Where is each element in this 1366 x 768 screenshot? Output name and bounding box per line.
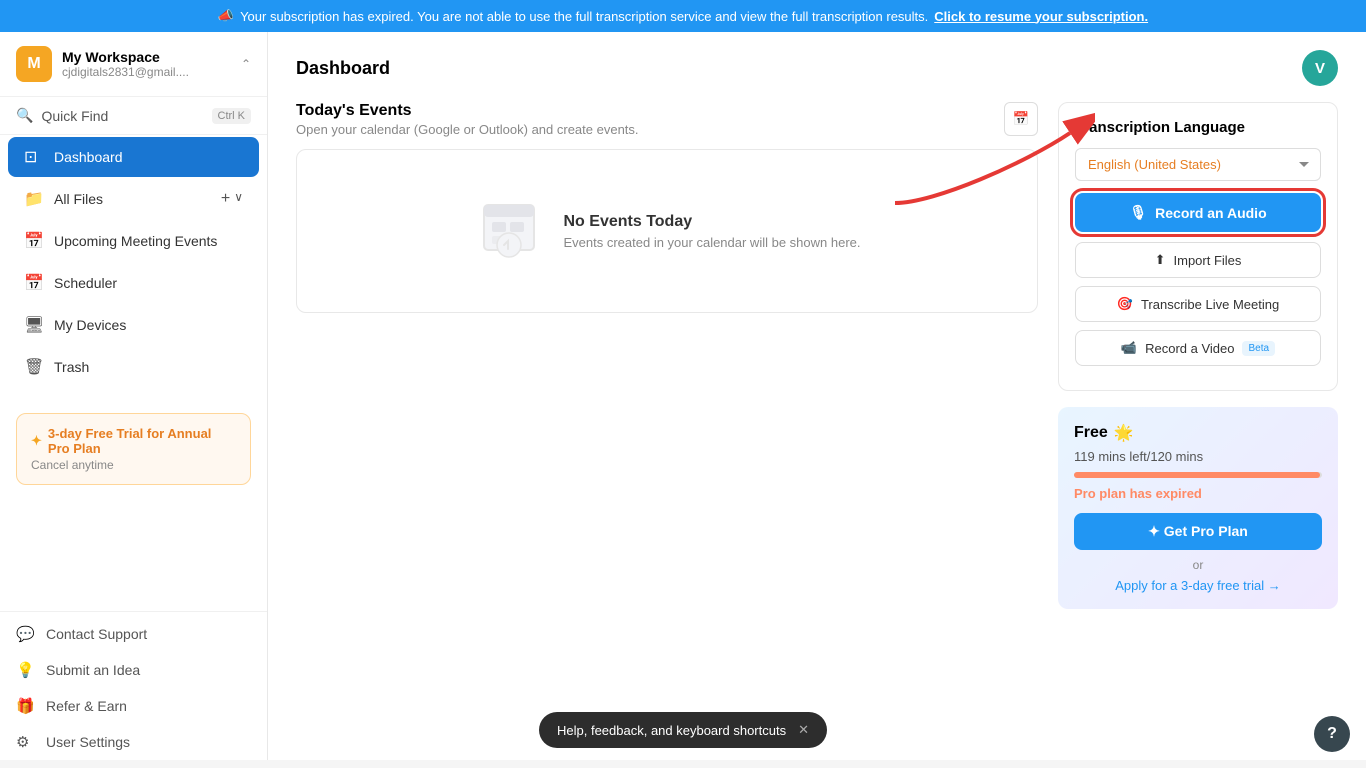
sidebar-item-my-devices[interactable]: 🖥 My Devices: [8, 305, 259, 345]
sidebar-item-label: Dashboard: [54, 149, 243, 165]
sidebar-item-upcoming-meetings[interactable]: 📅 Upcoming Meeting Events: [8, 221, 259, 261]
dashboard-icon: ⊡: [24, 147, 44, 167]
sidebar-item-scheduler[interactable]: 📅 Scheduler: [8, 263, 259, 303]
empty-state-icon: [474, 190, 544, 272]
sidebar-item-trash[interactable]: 🗑 Trash: [8, 347, 259, 387]
sidebar-item-label: User Settings: [46, 734, 130, 750]
quick-find-shortcut: Ctrl K: [212, 108, 252, 124]
star-icon: ✦: [31, 433, 42, 449]
sidebar-item-refer-earn[interactable]: 🎁 Refer & Earn: [0, 688, 267, 724]
trial-box: ✦ 3-day Free Trial for Annual Pro Plan C…: [16, 413, 251, 485]
no-events-text: No Events Today Events created in your c…: [564, 213, 861, 250]
idea-icon: 💡: [16, 661, 36, 679]
events-header: Today's Events Open your calendar (Googl…: [296, 102, 1038, 137]
notification-message: Your subscription has expired. You are n…: [240, 9, 928, 24]
transcribe-live-button[interactable]: 🎯 Transcribe Live Meeting: [1075, 286, 1321, 322]
file-actions: + ∨: [221, 190, 243, 208]
sidebar-item-label: All Files: [54, 191, 221, 207]
quick-find[interactable]: 🔍 Quick Find Ctrl K: [0, 97, 267, 135]
nav-menu: ⊡ Dashboard 📁 All Files + ∨ 📅 Upcoming M…: [0, 135, 267, 389]
help-close-icon[interactable]: ✕: [798, 722, 809, 738]
apply-trial-link[interactable]: Apply for a 3-day free trial →: [1074, 578, 1322, 593]
help-question-button[interactable]: ?: [1314, 716, 1350, 752]
progress-bar-background: [1074, 472, 1322, 478]
free-plan-title: Free 🌟: [1074, 423, 1322, 443]
workspace-info: My Workspace cjdigitals2831@gmail....: [62, 49, 241, 79]
sidebar-item-all-files[interactable]: 📁 All Files + ∨: [8, 179, 259, 219]
get-pro-button[interactable]: ✦ Get Pro Plan: [1074, 513, 1322, 550]
no-events-title: No Events Today: [564, 213, 861, 231]
support-icon: 💬: [16, 625, 36, 643]
expired-text: Pro plan has expired: [1074, 486, 1322, 501]
workspace-email: cjdigitals2831@gmail....: [62, 65, 241, 79]
sidebar: M My Workspace cjdigitals2831@gmail.... …: [0, 32, 268, 760]
page-title: Dashboard: [296, 58, 390, 79]
upload-icon: ⬆: [1155, 252, 1166, 268]
calendar-icon: 📅: [1013, 111, 1030, 127]
sidebar-bottom: 💬 Contact Support 💡 Submit an Idea 🎁 Ref…: [0, 611, 267, 760]
right-panel: Transcription Language English (United S…: [1058, 102, 1338, 744]
trial-title: ✦ 3-day Free Trial for Annual Pro Plan: [31, 426, 236, 456]
folder-icon: 📁: [24, 189, 44, 209]
workspace-header[interactable]: M My Workspace cjdigitals2831@gmail.... …: [0, 32, 267, 97]
language-select[interactable]: English (United States): [1075, 148, 1321, 181]
events-subtitle: Open your calendar (Google or Outlook) a…: [296, 122, 639, 137]
main-content: Dashboard V Today's Events Open your cal…: [268, 32, 1366, 760]
free-plan-mins: 119 mins left/120 mins: [1074, 449, 1322, 464]
sidebar-item-submit-idea[interactable]: 💡 Submit an Idea: [0, 652, 267, 688]
calendar-button[interactable]: 📅: [1004, 102, 1038, 136]
no-events-message: Events created in your calendar will be …: [564, 235, 861, 250]
add-file-icon[interactable]: +: [221, 190, 230, 208]
trial-cancel: Cancel anytime: [31, 458, 236, 472]
events-header-text: Today's Events Open your calendar (Googl…: [296, 102, 639, 137]
transcription-box: Transcription Language English (United S…: [1058, 102, 1338, 391]
sidebar-item-user-settings[interactable]: ⚙ User Settings: [0, 724, 267, 760]
plan-icon: 🌟: [1114, 423, 1134, 443]
no-events-box: No Events Today Events created in your c…: [296, 149, 1038, 313]
sidebar-item-dashboard[interactable]: ⊡ Dashboard: [8, 137, 259, 177]
beta-badge: Beta: [1242, 341, 1275, 356]
events-panel: Today's Events Open your calendar (Googl…: [296, 102, 1038, 744]
free-plan-box: Free 🌟 119 mins left/120 mins Pro plan h…: [1058, 407, 1338, 609]
chevron-down-icon[interactable]: ∨: [234, 190, 243, 208]
record-audio-button[interactable]: 🎙 Record an Audio: [1075, 193, 1321, 232]
devices-icon: 🖥: [24, 315, 44, 335]
sidebar-item-label: Submit an Idea: [46, 662, 140, 678]
live-meeting-icon: 🎯: [1117, 296, 1133, 312]
workspace-name: My Workspace: [62, 49, 241, 65]
notification-icon: 📣: [218, 8, 234, 24]
dashboard-header: Dashboard V: [268, 32, 1366, 86]
sidebar-item-contact-support[interactable]: 💬 Contact Support: [0, 616, 267, 652]
trash-icon: 🗑: [24, 357, 44, 377]
sidebar-item-label: Scheduler: [54, 275, 243, 291]
gift-icon: 🎁: [16, 697, 36, 715]
workspace-avatar: M: [16, 46, 52, 82]
workspace-chevron-icon: ⌃: [241, 57, 251, 71]
resume-subscription-link[interactable]: Click to resume your subscription.: [934, 9, 1148, 24]
help-bar: Help, feedback, and keyboard shortcuts ✕: [539, 712, 827, 748]
scheduler-icon: 📅: [24, 273, 44, 293]
user-avatar[interactable]: V: [1302, 50, 1338, 86]
calendar-icon: 📅: [24, 231, 44, 251]
record-video-button[interactable]: 📹 Record a Video Beta: [1075, 330, 1321, 366]
sidebar-item-label: Trash: [54, 359, 243, 375]
or-divider: or: [1074, 558, 1322, 572]
arrow-container: 🎙 Record an Audio: [1075, 193, 1321, 232]
microphone-icon: 🎙: [1129, 204, 1147, 221]
sidebar-item-label: Contact Support: [46, 626, 147, 642]
quick-find-label: Quick Find: [41, 108, 211, 124]
progress-bar-fill: [1074, 472, 1320, 478]
settings-icon: ⚙: [16, 733, 36, 751]
transcription-title: Transcription Language: [1075, 119, 1321, 136]
events-title: Today's Events: [296, 102, 639, 120]
notification-bar: 📣 Your subscription has expired. You are…: [0, 0, 1366, 32]
video-icon: 📹: [1121, 340, 1137, 356]
import-files-button[interactable]: ⬆ Import Files: [1075, 242, 1321, 278]
sidebar-item-label: My Devices: [54, 317, 243, 333]
sidebar-item-label: Upcoming Meeting Events: [54, 233, 243, 249]
help-bar-text: Help, feedback, and keyboard shortcuts: [557, 723, 786, 738]
content-area: Today's Events Open your calendar (Googl…: [268, 86, 1366, 760]
sidebar-item-label: Refer & Earn: [46, 698, 127, 714]
search-icon: 🔍: [16, 107, 33, 124]
